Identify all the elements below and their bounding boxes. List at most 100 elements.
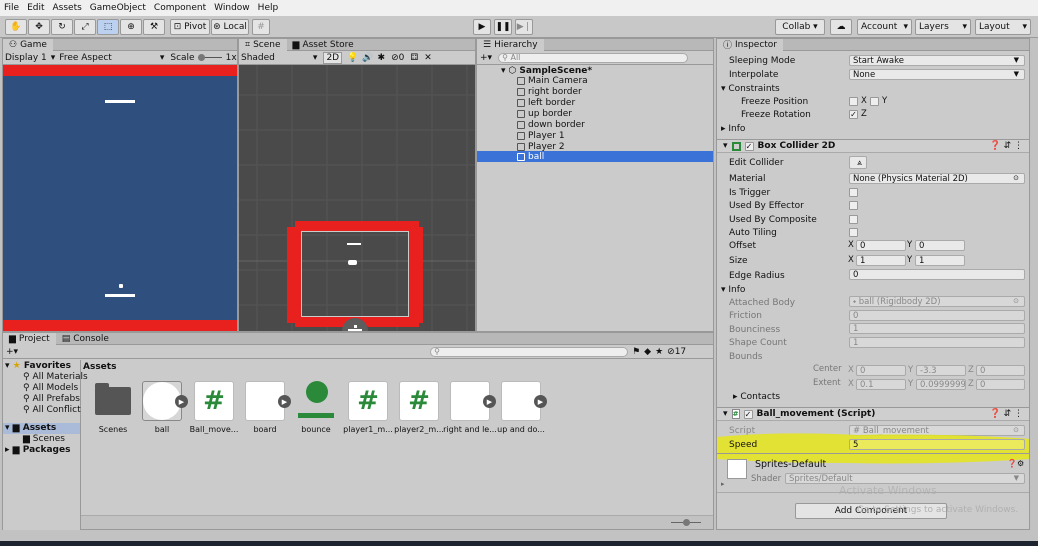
scale-slider[interactable] bbox=[197, 54, 222, 61]
asset-right-left-sprite[interactable]: ▶ bbox=[450, 381, 496, 421]
hierarchy-search-input[interactable]: ⚲ All bbox=[498, 52, 689, 63]
audio-icon[interactable]: 🔊 bbox=[362, 53, 373, 63]
hierarchy-item-main-camera[interactable]: Main Camera bbox=[517, 75, 588, 86]
asset-bounce[interactable] bbox=[296, 381, 336, 421]
asset-up-down-sprite[interactable]: ▶ bbox=[501, 381, 547, 421]
hierarchy-item-left-border[interactable]: left border bbox=[517, 97, 575, 108]
assets-node[interactable]: ▾ ▆ Assets bbox=[5, 423, 56, 433]
speed-field[interactable]: 5 bbox=[849, 439, 1025, 450]
favorites-node[interactable]: ▾ ★ Favorites bbox=[5, 361, 71, 371]
account-dropdown[interactable]: Account ▾ bbox=[857, 19, 912, 35]
material-object-field[interactable]: None (Physics Material 2D) ⊙ bbox=[849, 173, 1025, 184]
layout-dropdown[interactable]: Layout ▾ bbox=[975, 19, 1031, 35]
hidden-packages-icon[interactable]: ⊘ bbox=[667, 347, 675, 357]
hand-tool-icon[interactable]: ✋ bbox=[5, 19, 27, 35]
pivot-button[interactable]: ⊡ Pivot bbox=[170, 19, 210, 35]
component-menu-icons[interactable]: ❓ ⇵ ⋮ bbox=[990, 409, 1023, 419]
hierarchy-item-up-border[interactable]: up border bbox=[517, 108, 572, 119]
slider-handle[interactable] bbox=[683, 519, 690, 526]
expand-icon[interactable]: ▶ bbox=[534, 395, 547, 408]
favorite-item[interactable]: ⚲ All Models bbox=[23, 383, 78, 393]
chevron-right-icon[interactable]: ▸ bbox=[721, 480, 725, 488]
shader-dropdown[interactable]: Sprites/Default ▼ bbox=[785, 473, 1025, 484]
offset-x-field[interactable]: 0 bbox=[856, 240, 906, 251]
game-view[interactable] bbox=[3, 65, 237, 331]
contacts-foldout[interactable]: ▸ Contacts bbox=[733, 390, 780, 403]
collider-info-foldout[interactable]: ▾ Info bbox=[721, 283, 745, 296]
collab-button[interactable]: Collab ▾ bbox=[775, 19, 825, 35]
local-button[interactable]: ⊛ Local bbox=[211, 19, 249, 35]
is-trigger-checkbox[interactable] bbox=[849, 188, 858, 197]
asset-ball[interactable]: ▶ bbox=[142, 381, 188, 421]
add-icon[interactable]: +▾ bbox=[480, 53, 492, 63]
asset-board[interactable]: ▶ bbox=[245, 381, 291, 421]
tools-icon[interactable]: ✕ bbox=[424, 53, 432, 63]
expand-icon[interactable]: ▶ bbox=[278, 395, 291, 408]
rotate-tool-icon[interactable]: ↻ bbox=[51, 19, 73, 35]
freeze-position-x-checkbox[interactable] bbox=[849, 97, 858, 106]
project-search-input[interactable]: ⚲ bbox=[430, 346, 629, 357]
scale-tool-icon[interactable]: ⤢ bbox=[74, 19, 96, 35]
menu-assets[interactable]: Assets bbox=[53, 3, 82, 13]
slider-handle[interactable] bbox=[197, 54, 205, 61]
asset-ball-movement-script[interactable]: # bbox=[194, 381, 234, 421]
constraints-foldout[interactable]: ▾ Constraints bbox=[721, 82, 780, 95]
asset-player1-script[interactable]: # bbox=[348, 381, 388, 421]
effects-icon[interactable]: ✱ bbox=[378, 53, 386, 63]
used-by-effector-checkbox[interactable] bbox=[849, 201, 858, 210]
favorite-item[interactable]: ⚲ All Conflicte bbox=[23, 405, 81, 415]
box-collider-header[interactable]: ▾ ✓ Box Collider 2D ❓ ⇵ ⋮ bbox=[717, 139, 1029, 153]
tab-project[interactable]: ▆ Project bbox=[3, 332, 56, 345]
used-by-composite-checkbox[interactable] bbox=[849, 215, 858, 224]
move-tool-icon[interactable]: ✥ bbox=[28, 19, 50, 35]
menu-component[interactable]: Component bbox=[154, 3, 206, 13]
auto-tiling-checkbox[interactable] bbox=[849, 228, 858, 237]
favorite-star-icon[interactable]: ★ bbox=[655, 347, 663, 357]
2d-toggle[interactable]: 2D bbox=[323, 51, 343, 64]
scenes-node[interactable]: ▆ Scenes bbox=[23, 434, 65, 444]
transform-tool-icon[interactable]: ⊕ bbox=[120, 19, 142, 35]
breadcrumb[interactable]: Assets bbox=[83, 362, 116, 372]
gizmos-icon[interactable]: ⚃ bbox=[410, 53, 418, 63]
tab-game[interactable]: ⚇ Game bbox=[3, 38, 53, 51]
step-button[interactable]: ▶❘ bbox=[515, 19, 533, 35]
menu-help[interactable]: Help bbox=[258, 3, 279, 13]
menu-gameobject[interactable]: GameObject bbox=[90, 3, 146, 13]
sleeping-mode-dropdown[interactable]: Start Awake ▼ bbox=[849, 55, 1025, 66]
edge-radius-field[interactable]: 0 bbox=[849, 269, 1025, 280]
component-enabled-checkbox[interactable]: ✓ bbox=[743, 409, 753, 419]
tab-asset-store[interactable]: ▆ Asset Store bbox=[287, 39, 360, 51]
menu-window[interactable]: Window bbox=[214, 3, 250, 13]
component-menu-icons[interactable]: ❓ ⇵ ⋮ bbox=[990, 141, 1023, 151]
favorite-item[interactable]: ⚲ All Materials bbox=[23, 372, 88, 382]
object-picker-icon[interactable]: ⊙ bbox=[1013, 174, 1019, 182]
rigidbody-info-foldout[interactable]: ▸ Info bbox=[721, 122, 745, 135]
menu-edit[interactable]: Edit bbox=[27, 3, 44, 13]
expand-icon[interactable]: ▶ bbox=[175, 395, 188, 408]
component-enabled-checkbox[interactable]: ✓ bbox=[744, 141, 754, 151]
freeze-rotation-z-checkbox[interactable]: ✓ bbox=[849, 110, 858, 119]
menu-file[interactable]: File bbox=[4, 3, 19, 13]
lighting-icon[interactable]: 💡 bbox=[347, 53, 358, 63]
script-component-header[interactable]: ▾ # ✓ Ball_movement (Script) ❓ ⇵ ⋮ bbox=[717, 407, 1029, 421]
aspect-dropdown[interactable]: Free Aspect bbox=[59, 53, 112, 63]
tab-scene[interactable]: ⌗ Scene bbox=[239, 38, 287, 51]
custom-tool-icon[interactable]: ⚒ bbox=[143, 19, 165, 35]
help-settings-icon[interactable]: ❓⚙ bbox=[1007, 459, 1024, 468]
scene-view[interactable] bbox=[239, 65, 475, 331]
packages-node[interactable]: ▸ ▆ Packages bbox=[5, 445, 70, 455]
add-icon[interactable]: +▾ bbox=[6, 347, 18, 357]
filter-type-icon[interactable]: ⚑ bbox=[632, 347, 640, 357]
hierarchy-item-player-1[interactable]: Player 1 bbox=[517, 130, 565, 141]
size-x-field[interactable]: 1 bbox=[856, 255, 906, 266]
favorite-item[interactable]: ⚲ All Prefabs bbox=[23, 394, 80, 404]
edit-collider-button[interactable]: ⩓ bbox=[849, 156, 867, 169]
layers-dropdown[interactable]: Layers ▾ bbox=[915, 19, 971, 35]
hierarchy-item-down-border[interactable]: down border bbox=[517, 119, 585, 130]
asset-scenes-folder[interactable] bbox=[93, 381, 133, 421]
expand-icon[interactable]: ▶ bbox=[483, 395, 496, 408]
size-y-field[interactable]: 1 bbox=[915, 255, 965, 266]
rect-tool-icon[interactable]: ⬚ bbox=[97, 19, 119, 35]
display-dropdown[interactable]: Display 1 bbox=[5, 53, 47, 63]
filter-label-icon[interactable]: ◆ bbox=[644, 347, 651, 357]
